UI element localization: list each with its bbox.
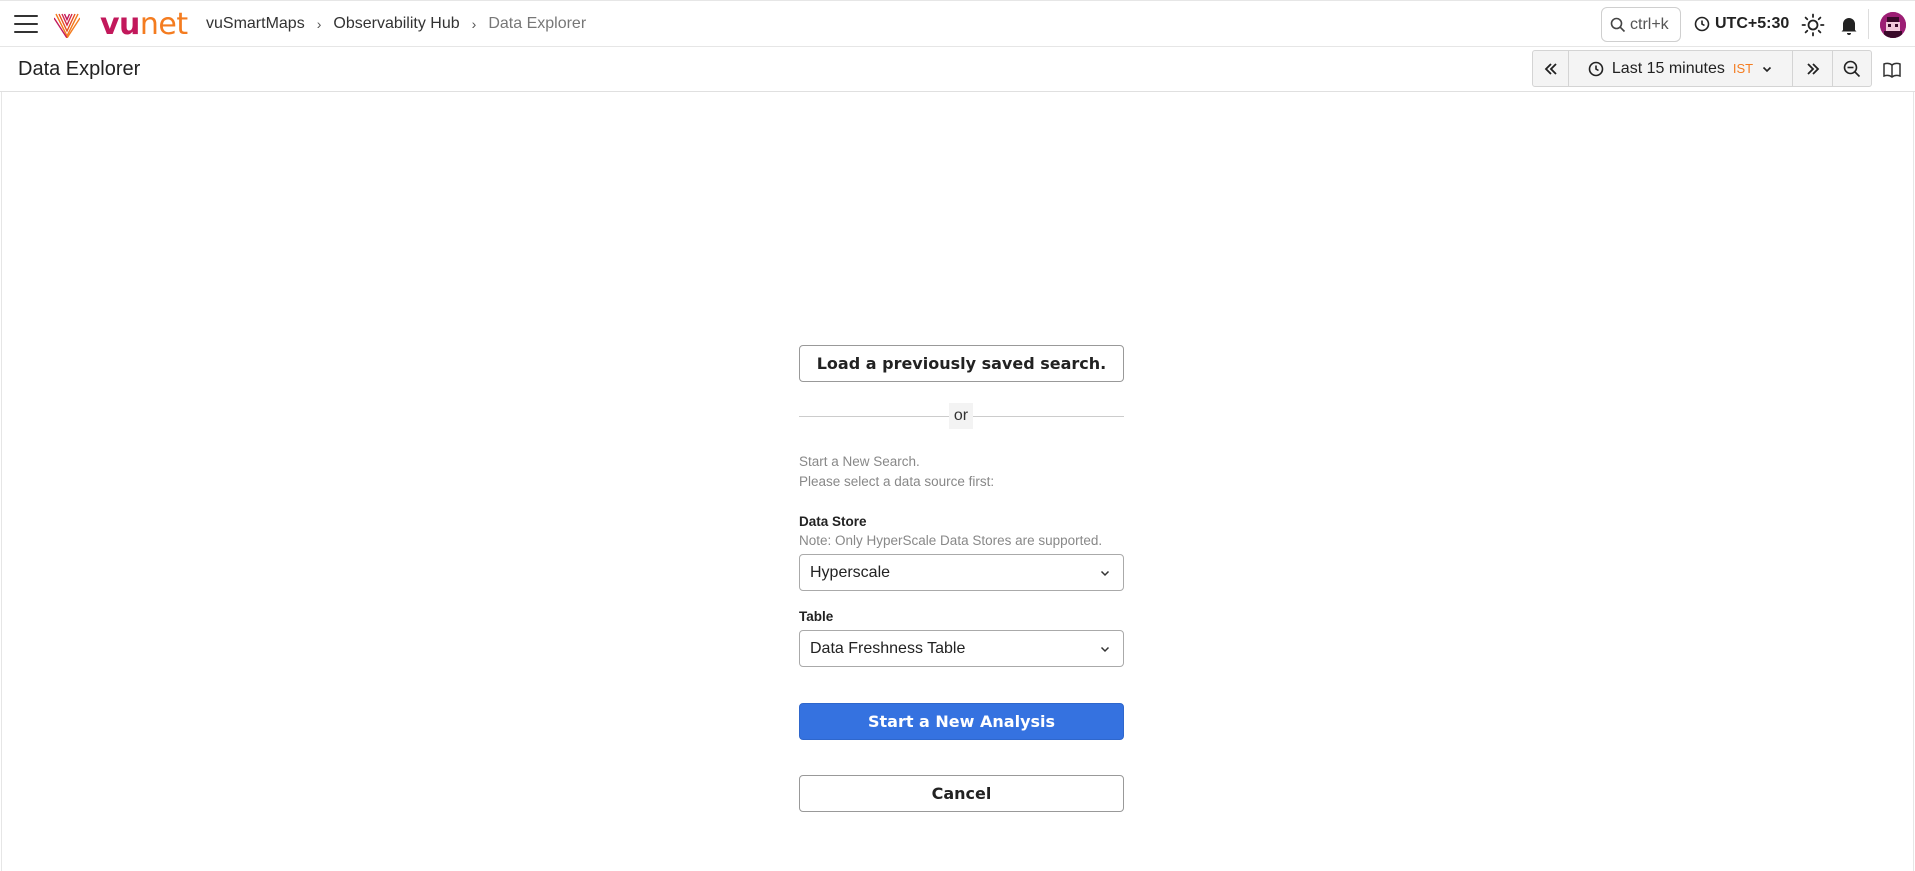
new-search-form: Load a previously saved search. or Start… (799, 345, 1124, 812)
sun-icon[interactable] (1801, 13, 1825, 37)
vunet-logo-text[interactable]: vunet (100, 7, 188, 42)
time-range-label: Last 15 minutes (1611, 59, 1725, 77)
breadcrumb-observability-hub[interactable]: Observability Hub (333, 15, 459, 33)
cancel-button[interactable]: Cancel (799, 775, 1124, 812)
chevron-down-icon (1100, 646, 1110, 652)
data-store-label: Data Store (799, 514, 867, 529)
time-zone-badge: IST (1732, 61, 1754, 76)
chevron-down-icon (1763, 66, 1772, 72)
zoom-out-button[interactable] (1833, 51, 1871, 86)
hamburger-icon[interactable] (14, 15, 38, 33)
bell-icon[interactable] (1837, 13, 1861, 37)
data-store-value: Hyperscale (810, 563, 891, 581)
time-picker: Last 15 minutes IST (1532, 50, 1872, 87)
table-select[interactable]: Data Freshness Table (799, 630, 1124, 667)
logo-text-net: net (139, 7, 188, 42)
book-icon[interactable] (1882, 60, 1902, 80)
breadcrumb-separator-icon: › (316, 16, 322, 32)
timezone-text: UTC+5:30 (1715, 15, 1790, 32)
page-header: Data Explorer Last 15 minutes IST (0, 47, 1915, 92)
avatar[interactable] (1880, 12, 1906, 38)
chevron-down-icon (1100, 570, 1110, 576)
select-source-hint: Please select a data source first: (799, 474, 995, 489)
data-store-select[interactable]: Hyperscale (799, 554, 1124, 591)
zoom-out-icon (1843, 60, 1861, 77)
vunet-logo-icon[interactable] (54, 10, 80, 38)
search-icon (1610, 17, 1626, 32)
clock-icon (1588, 61, 1604, 76)
avatar-image-icon (1880, 12, 1906, 38)
breadcrumb-vusmartmaps[interactable]: vuSmartMaps (206, 15, 305, 33)
time-range-selector[interactable]: Last 15 minutes IST (1569, 51, 1793, 86)
logo-text-vu: vu (100, 7, 140, 42)
breadcrumb-separator-icon: › (471, 16, 477, 32)
chevron-double-right-icon (1806, 62, 1819, 75)
table-value: Data Freshness Table (810, 639, 966, 657)
time-shift-forward-button[interactable] (1793, 51, 1833, 86)
timezone-display[interactable]: UTC+5:30 (1694, 15, 1789, 33)
search-shortcut-text: ctrl+k (1630, 15, 1669, 33)
time-shift-back-button[interactable] (1533, 51, 1569, 86)
global-search-button[interactable]: ctrl+k (1601, 7, 1681, 42)
top-bar: vunet vuSmartMaps › Observability Hub › … (0, 0, 1915, 47)
table-label: Table (799, 609, 834, 624)
data-store-note: Note: Only HyperScale Data Stores are su… (799, 533, 1103, 548)
or-divider: or (799, 402, 1124, 430)
new-search-hint: Start a New Search. (799, 454, 920, 469)
main-content: Load a previously saved search. or Start… (1, 92, 1914, 871)
chevron-double-left-icon (1544, 62, 1557, 75)
page-title: Data Explorer (18, 58, 141, 80)
start-new-analysis-button[interactable]: Start a New Analysis (799, 703, 1124, 740)
clock-icon (1694, 16, 1710, 32)
load-saved-search-button[interactable]: Load a previously saved search. (799, 345, 1124, 382)
breadcrumb-data-explorer: Data Explorer (488, 15, 587, 32)
header-divider (1868, 9, 1869, 39)
breadcrumb: vuSmartMaps › Observability Hub › Data E… (206, 15, 586, 33)
or-label: or (949, 403, 973, 429)
